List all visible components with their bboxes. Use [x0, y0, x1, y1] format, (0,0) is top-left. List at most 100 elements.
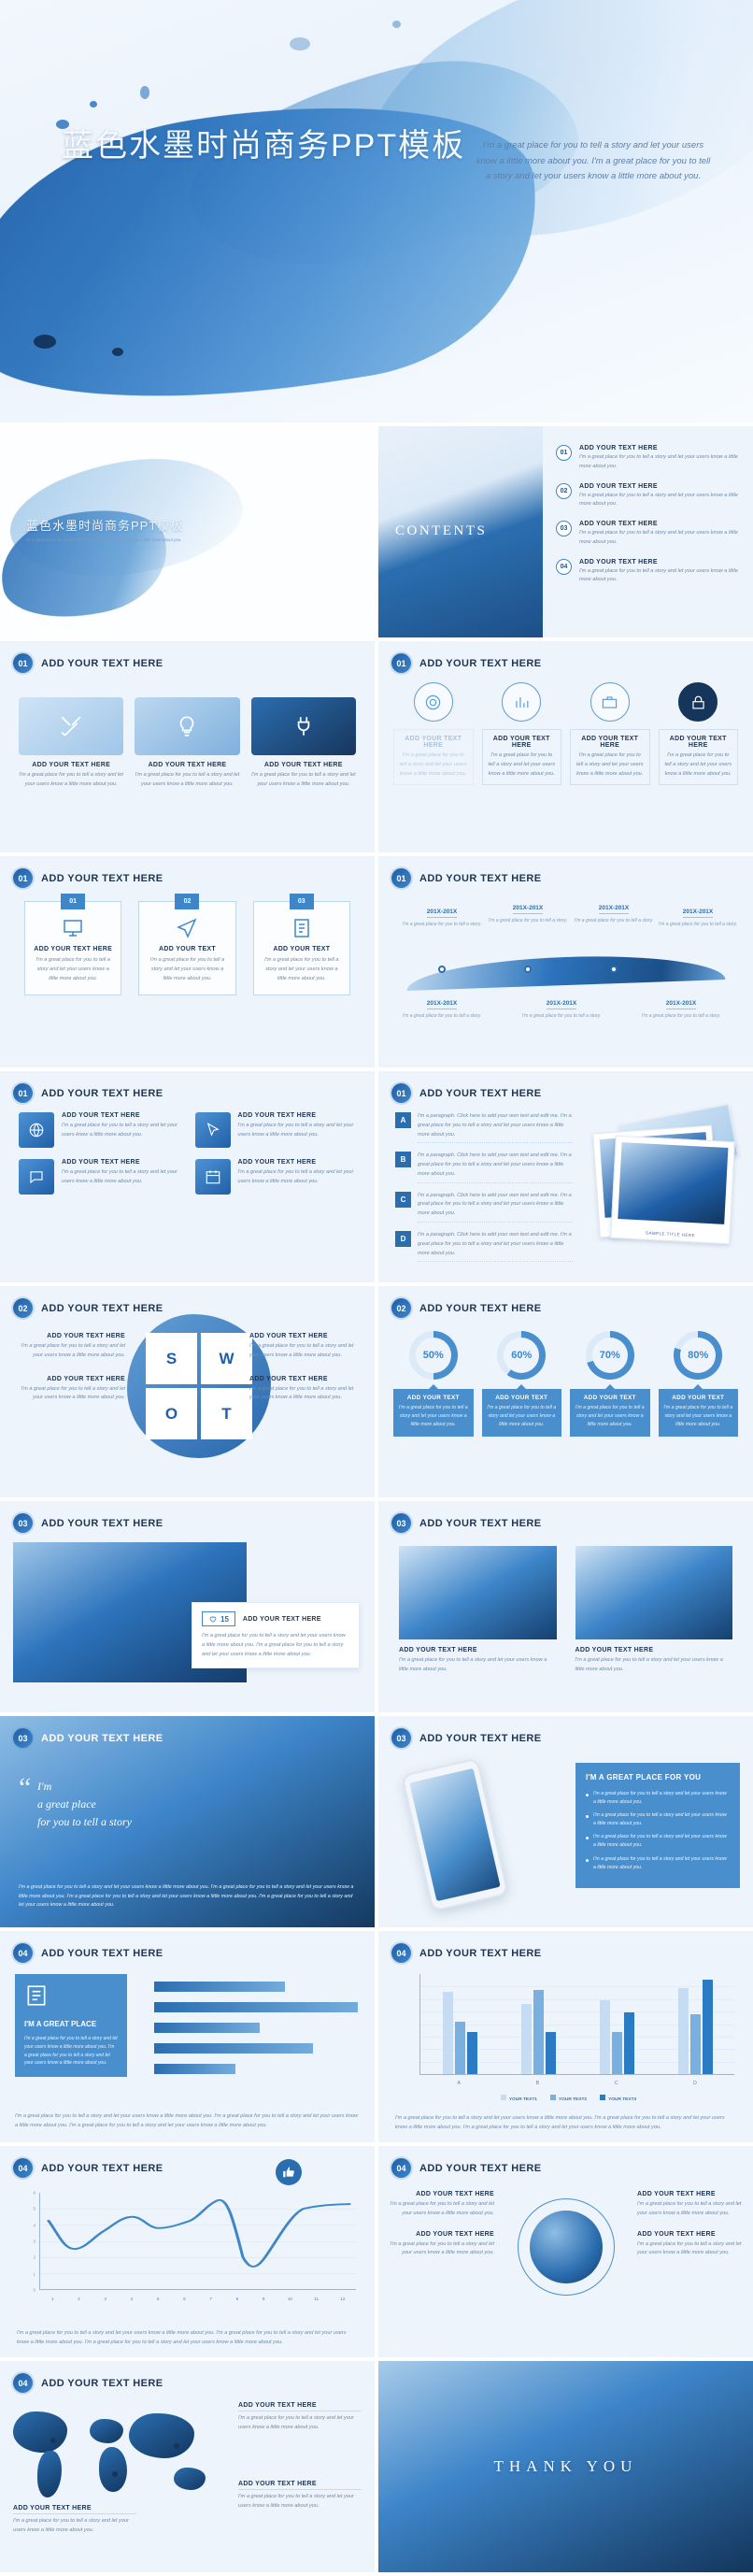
slide-three-icon-cards[interactable]: 01 ADD YOUR TEXT HERE ADD YOUR TEXT HERE… [0, 641, 375, 852]
timeline-label-top[interactable]: 201X-201X I'm a great place for you to t… [399, 901, 485, 928]
slide-abc-list[interactable]: 01 ADD YOUR TEXT HERE A I'm a paragraph.… [378, 1071, 753, 1282]
icon-card-title: ADD YOUR TEXT HERE [32, 762, 111, 768]
timeline-label-top[interactable]: 201X-201X I'm a great place for you to t… [655, 901, 741, 928]
slide-two-photos[interactable]: 03 ADD YOUR TEXT HERE ADD YOUR TEXT HERE… [378, 1501, 753, 1712]
numbered-card[interactable]: 02 ADD YOUR TEXT I'm a great place for y… [138, 894, 236, 996]
legend-entry: YOUR TEXT1 [500, 2088, 537, 2105]
numbered-card-body: I'm a great place for you to tell a stor… [264, 957, 339, 981]
grid-item[interactable]: ADD YOUR TEXT HERE I'm a great place for… [19, 1112, 180, 1148]
hero-slide: 蓝色水墨时尚商务PPT模板 I'm a great place for you … [0, 0, 753, 422]
map-callout-body: I'm a great place for you to tell a stor… [238, 2494, 354, 2509]
icon-card-body: I'm a great place for you to tell a stor… [251, 772, 356, 787]
circle-icon-item[interactable]: ADD YOUR TEXT HERE I'm a great place for… [570, 682, 650, 786]
timeline-label-top[interactable]: 201X-201X I'm a great place for you to t… [571, 897, 657, 924]
phone-mockup [401, 1757, 509, 1912]
percent-item[interactable]: 50% ADD YOUR TEXT I'm a great place for … [393, 1331, 474, 1438]
photo-item[interactable]: ADD YOUR TEXT HERE I'm a great place for… [575, 1546, 732, 1675]
globe-entry[interactable]: ADD YOUR TEXT HERE I'm a great place for… [390, 2231, 494, 2259]
swot-cell-t: T [201, 1388, 252, 1439]
slide-phone-mockup[interactable]: 03 ADD YOUR TEXT HERE I'M A GREAT PLACE … [378, 1716, 753, 1927]
list-item[interactable]: 01 ADD YOUR TEXT HERE I'm a great place … [556, 445, 742, 472]
percent-item[interactable]: 70% ADD YOUR TEXT I'm a great place for … [570, 1331, 650, 1438]
numbered-card[interactable]: 01 ADD YOUR TEXT HERE I'm a great place … [24, 894, 122, 996]
contents-heading: CONTENTS [395, 523, 488, 538]
section-header: 03 ADD YOUR TEXT HERE [13, 1728, 163, 1748]
icon-card[interactable]: ADD YOUR TEXT HERE I'm a great place for… [250, 688, 356, 790]
x-tick: 8 [235, 2297, 239, 2301]
timeline-point [524, 966, 532, 973]
map-pin[interactable] [174, 2443, 179, 2449]
slide-four-circle-icons[interactable]: 01 ADD YOUR TEXT HERE ADD YOUR TEXT HERE… [378, 641, 753, 852]
section-header: 04 ADD YOUR TEXT HERE [391, 2158, 541, 2178]
percent-box: ADD YOUR TEXT I'm a great place for you … [393, 1389, 474, 1438]
slide-contents[interactable]: CONTENTS 01 ADD YOUR TEXT HERE I'm a gre… [378, 426, 753, 637]
contents-number: 01 [556, 445, 572, 461]
section-number: 04 [13, 1943, 33, 1963]
timeline-label-top[interactable]: 201X-201X I'm a great place for you to t… [485, 897, 571, 924]
globe-entry[interactable]: ADD YOUR TEXT HERE I'm a great place for… [390, 2191, 494, 2219]
circle-icon-body: I'm a great place for you to tell a stor… [575, 752, 644, 777]
slide-timeline[interactable]: 01 ADD YOUR TEXT HERE 201X-201X I'm a gr… [378, 856, 753, 1067]
timeline-label-bottom[interactable]: 201X-201X I'm a great place for you to t… [638, 993, 724, 1020]
thumbs-up-icon [276, 2159, 302, 2185]
percent-item[interactable]: 60% ADD YOUR TEXT I'm a great place for … [481, 1331, 561, 1438]
circle-icon-item[interactable]: ADD YOUR TEXT HERE I'm a great place for… [393, 682, 474, 786]
swot-entry[interactable]: ADD YOUR TEXT HERE I'm a great place for… [249, 1376, 360, 1404]
circle-icon-item[interactable]: ADD YOUR TEXT HERE I'm a great place for… [658, 682, 738, 786]
numbered-card-group: 01 ADD YOUR TEXT HERE I'm a great place … [24, 894, 350, 996]
timeline-label-bottom[interactable]: 201X-201X I'm a great place for you to t… [399, 993, 485, 1020]
grid-item[interactable]: ADD YOUR TEXT HERE I'm a great place for… [194, 1159, 357, 1195]
slide-title-repeat[interactable]: 蓝色水墨时尚商务PPT模板 I'm a great place for you … [0, 426, 375, 637]
circle-icon-item[interactable]: ADD YOUR TEXT HERE I'm a great place for… [481, 682, 561, 786]
list-item[interactable]: 02 ADD YOUR TEXT HERE I'm a great place … [556, 482, 742, 510]
map-pin[interactable] [50, 2438, 56, 2443]
slide-ranking-bars[interactable]: 04 ADD YOUR TEXT HERE I'M A GREAT PLACE … [0, 1931, 375, 2142]
list-item[interactable]: 04 ADD YOUR TEXT HERE I'm a great place … [556, 558, 742, 586]
swot-entry[interactable]: ADD YOUR TEXT HERE I'm a great place for… [249, 1333, 360, 1361]
icon-card[interactable]: ADD YOUR TEXT HERE I'm a great place for… [19, 688, 124, 790]
swot-entry[interactable]: ADD YOUR TEXT HERE I'm a great place for… [15, 1376, 125, 1404]
map-pin[interactable] [112, 2471, 118, 2477]
slide-swot[interactable]: 02 ADD YOUR TEXT HERE S W O T ADD YOUR T… [0, 1286, 375, 1497]
globe-entry[interactable]: ADD YOUR TEXT HERE I'm a great place for… [637, 2231, 742, 2259]
numbered-card[interactable]: 03 ADD YOUR TEXT I'm a great place for y… [252, 894, 350, 996]
section-title: ADD YOUR TEXT HERE [41, 657, 163, 669]
globe-entry[interactable]: ADD YOUR TEXT HERE I'm a great place for… [637, 2191, 742, 2219]
map-callout[interactable]: ADD YOUR TEXT HERE I'm a great place for… [238, 2402, 362, 2433]
slide-like-image[interactable]: 03 ADD YOUR TEXT HERE 15 ADD YOUR TEXT H… [0, 1501, 375, 1712]
slide-percent-donuts[interactable]: 02 ADD YOUR TEXT HERE 50% ADD YOUR TEXT … [378, 1286, 753, 1497]
swot-entry[interactable]: ADD YOUR TEXT HERE I'm a great place for… [15, 1333, 125, 1361]
timeline-label-bottom[interactable]: 201X-201X I'm a great place for you to t… [519, 993, 604, 1020]
chart-group-b [499, 1974, 577, 2074]
circle-icon-box: ADD YOUR TEXT HERE I'm a great place for… [393, 729, 474, 786]
slide-grid-2x2[interactable]: 01 ADD YOUR TEXT HERE ADD YOUR TEXT HERE… [0, 1071, 375, 1282]
percent-body: I'm a great place for you to tell a stor… [575, 1405, 645, 1428]
map-callout[interactable]: ADD YOUR TEXT HERE I'm a great place for… [238, 2481, 362, 2512]
list-item[interactable]: 03 ADD YOUR TEXT HERE I'm a great place … [556, 521, 742, 548]
slide-thank-you[interactable]: THANK YOU [378, 2361, 753, 2572]
slide-globe[interactable]: 04 ADD YOUR TEXT HERE ADD YOUR TEXT HERE… [378, 2146, 753, 2357]
grid-item[interactable]: ADD YOUR TEXT HERE I'm a great place for… [19, 1159, 180, 1195]
heart-icon[interactable]: 15 [202, 1611, 235, 1626]
list-item[interactable]: A I'm a paragraph. Click here to add you… [395, 1112, 573, 1144]
percent-item[interactable]: 80% ADD YOUR TEXT I'm a great place for … [658, 1331, 738, 1438]
list-item[interactable]: B I'm a paragraph. Click here to add you… [395, 1152, 573, 1183]
chart-bar [442, 1992, 453, 2074]
slide-line-chart[interactable]: 04 ADD YOUR TEXT HERE 6 5 4 3 2 1 0 1 2 … [0, 2146, 375, 2357]
x-tick: C [614, 2081, 618, 2086]
chart-bar [623, 2011, 634, 2074]
slide-quote[interactable]: 03 ADD YOUR TEXT HERE “ I'm a great plac… [0, 1716, 375, 1927]
map-callout[interactable]: ADD YOUR TEXT HERE I'm a great place for… [13, 2505, 136, 2536]
slide-bar-chart[interactable]: 04 ADD YOUR TEXT HERE A B C D YOUR TEXT1… [378, 1931, 753, 2142]
slide-world-map[interactable]: 04 ADD YOUR TEXT HERE ADD YOUR TEXT HERE… [0, 2361, 375, 2572]
list-item[interactable]: D I'm a paragraph. Click here to add you… [395, 1231, 573, 1263]
section-header: 01 ADD YOUR TEXT HERE [13, 868, 163, 888]
photo-item[interactable]: ADD YOUR TEXT HERE I'm a great place for… [399, 1546, 557, 1675]
grid-item[interactable]: ADD YOUR TEXT HERE I'm a great place for… [194, 1112, 357, 1148]
abc-body: I'm a paragraph. Click here to add your … [418, 1192, 573, 1224]
contents-number: 04 [556, 558, 572, 575]
slide-numbered-cards[interactable]: 01 ADD YOUR TEXT HERE 01 ADD YOUR TEXT H… [0, 856, 375, 1067]
list-item[interactable]: C I'm a paragraph. Click here to add you… [395, 1191, 573, 1224]
icon-card[interactable]: ADD YOUR TEXT HERE I'm a great place for… [135, 688, 240, 790]
timeline-body: I'm a great place for you to tell a stor… [402, 1013, 482, 1019]
